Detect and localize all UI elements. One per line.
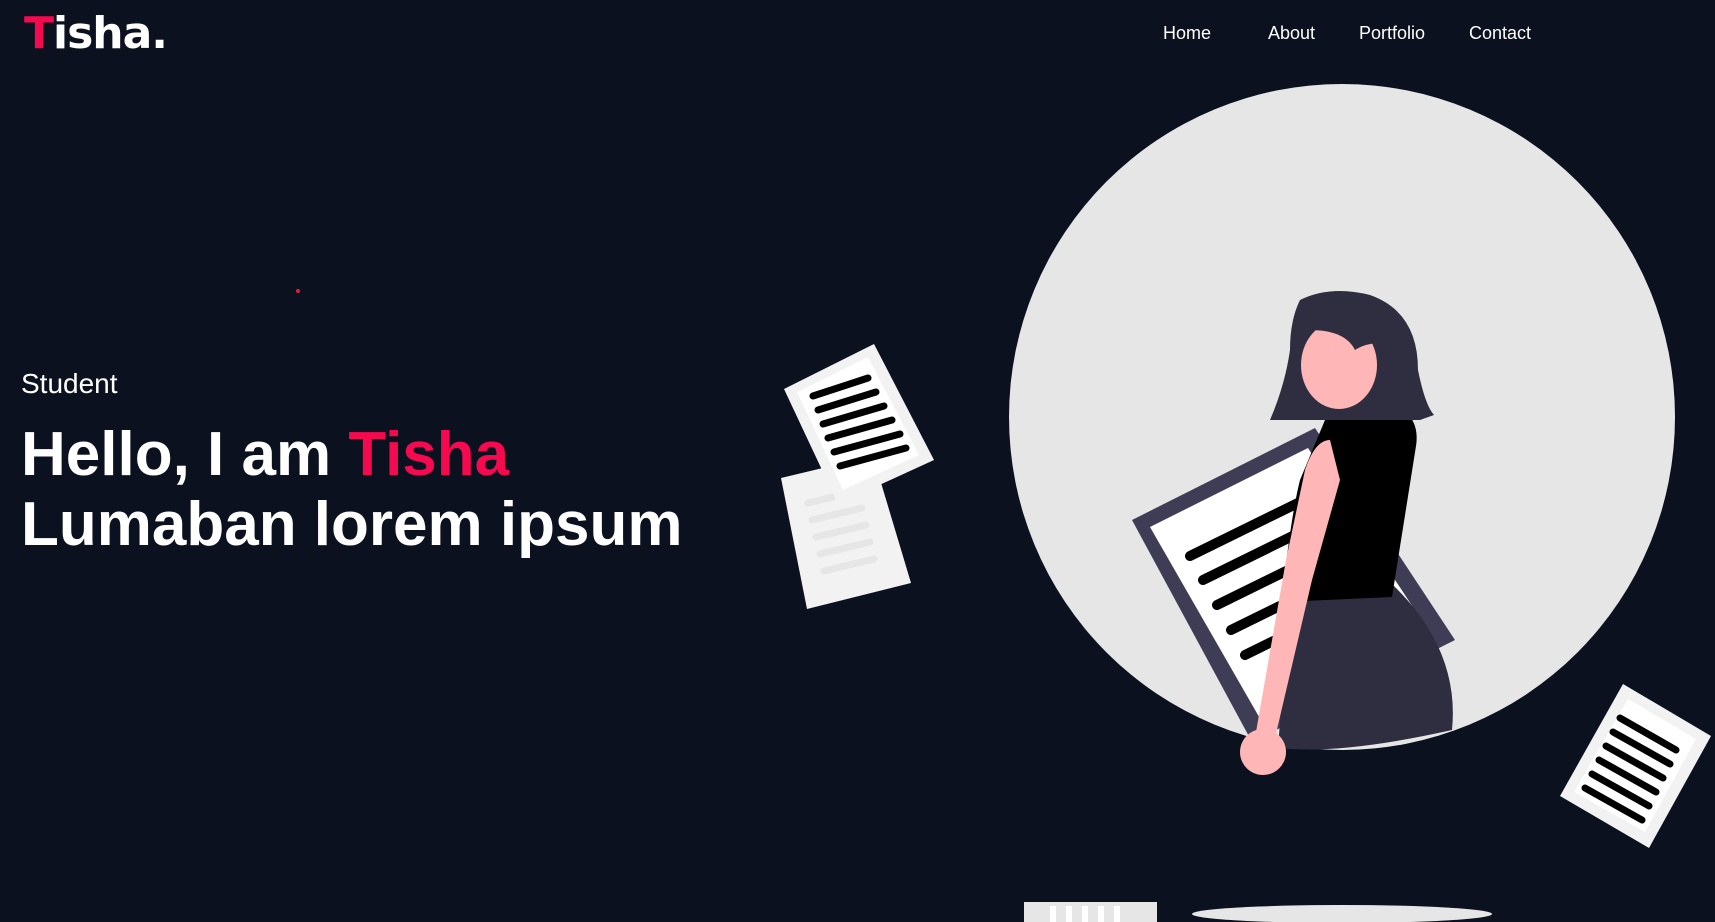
bottom-decor (1024, 902, 1492, 922)
floating-paper-right (1560, 684, 1711, 848)
landing-page: Tisha. Home About Portfolio Contact Stud… (0, 0, 1715, 922)
woman-holding-document-illustration (781, 84, 1711, 922)
